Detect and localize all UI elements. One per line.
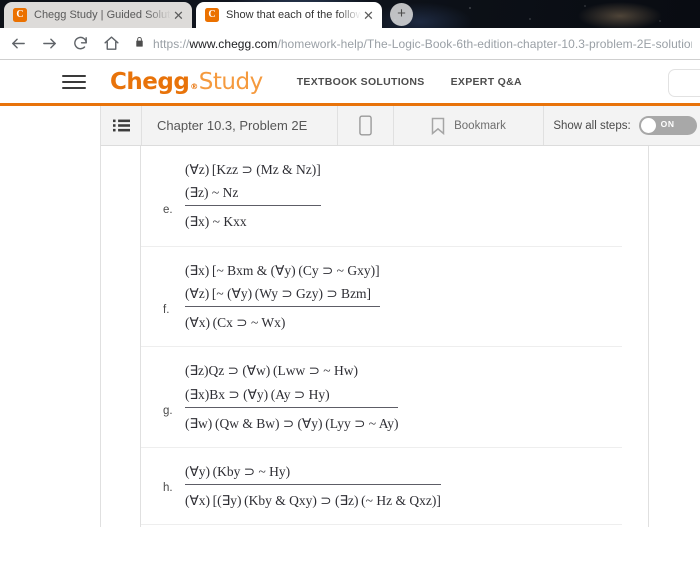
chegg-favicon-icon: C [205, 8, 219, 22]
brand-study-text: Study [198, 68, 263, 95]
address-bar[interactable]: https://www.chegg.com/homework-help/The-… [134, 32, 692, 56]
problem-item: e. (∀z) [Kzz ⊃ (Mz & Nz)] (∃z) ~ Nz (∃x)… [141, 146, 622, 247]
show-all-steps-toggle[interactable]: ON [638, 116, 697, 135]
reload-button[interactable] [67, 31, 93, 57]
bookmark-icon [431, 117, 445, 135]
conclusion-line: (∃w) (Qw & Bw) ⊃ (∀y) (Lyy ⊃ ~ Ay) [185, 415, 399, 431]
inference-line: (∃w) (Qw & Bw) ⊃ (∀y) (Lyy ⊃ ~ Ay) [185, 406, 399, 435]
page-left-margin [0, 146, 100, 527]
premise-line: (∀y) (Kby ⊃ ~ Hy) [185, 463, 291, 479]
browser-tab-1[interactable]: C Chegg Study | Guided Solutions ✕ [4, 2, 192, 28]
mobile-phone-icon [359, 115, 372, 136]
show-all-steps-label: Show all steps: [553, 119, 631, 132]
premises: (∀z) [Kzz ⊃ (Mz & Nz)] (∃z) ~ Nz [185, 158, 321, 205]
premise-line: (∀z) [Kzz ⊃ (Mz & Nz)] [185, 162, 321, 177]
logic-argument: (∃z)Qz ⊃ (∀w) (Lww ⊃ ~ Hw) (∃x)Bx ⊃ (∀y)… [185, 359, 399, 435]
logic-argument: (∀z) [Kzz ⊃ (Mz & Nz)] (∃z) ~ Nz (∃x) ~ … [185, 158, 321, 234]
forward-button[interactable] [36, 31, 62, 57]
premise-line: (∃x) [~ Bxm & (∀y) (Cy ⊃ ~ Gxy)] [185, 262, 380, 278]
problem-item: i. ~ (∀x) (~ Gx ∨ ~ Hx) ⊃ (∀x) [Cx & (∀y… [141, 525, 622, 527]
bookmark-label: Bookmark [454, 119, 506, 132]
chegg-study-logo[interactable]: Chegg ® Study [110, 69, 263, 95]
conclusion-line: (∃x) ~ Kxx [185, 214, 247, 230]
hamburger-menu-icon[interactable] [62, 71, 86, 93]
secure-lock-icon [134, 35, 145, 53]
conclusion-line: (∀x) (Cx ⊃ ~ Wx) [185, 315, 286, 331]
mobile-view-button[interactable] [338, 106, 394, 145]
problem-letter: h. [163, 482, 173, 495]
premise-line: (∀z) [~ (∀y) (Wy ⊃ Gzy) ⊃ Bzm] [185, 285, 372, 301]
url-domain: www.chegg.com [189, 36, 278, 51]
new-tab-button[interactable]: + [390, 3, 413, 26]
browser-tab-2[interactable]: C Show that each of the following ✕ [196, 2, 382, 28]
premises: (∃z)Qz ⊃ (∀w) (Lww ⊃ ~ Hw) (∃x)Bx ⊃ (∀y)… [185, 359, 398, 406]
browser-tab-strip: C Chegg Study | Guided Solutions ✕ C Sho… [0, 0, 700, 28]
nav-expert-qa[interactable]: EXPERT Q&A [451, 76, 522, 88]
close-tab-1-icon[interactable]: ✕ [171, 8, 186, 23]
page-right-margin [649, 146, 700, 527]
chegg-favicon-icon: C [13, 8, 27, 22]
inference-line: (∃x) ~ Kxx [185, 205, 321, 233]
header-search-box[interactable] [668, 69, 700, 97]
close-tab-2-icon[interactable]: ✕ [361, 8, 376, 23]
show-all-steps-control: Show all steps: ON [544, 106, 700, 145]
premise-line: (∃z) ~ Nz [185, 185, 239, 201]
bookmark-button[interactable]: Bookmark [394, 106, 544, 145]
premises: (∃x) [~ Bxm & (∀y) (Cy ⊃ ~ Gxy)] (∀z) [~… [185, 259, 380, 306]
registered-mark-icon: ® [190, 81, 198, 91]
brand-chegg-text: Chegg [110, 68, 190, 95]
premises: (∀y) (Kby ⊃ ~ Hy) [185, 460, 441, 484]
conclusion-line: (∀x) [(∃y) (Kby & Qxy) ⊃ (∃z) (~ Hz & Qx… [185, 493, 441, 509]
problem-item: f. (∃x) [~ Bxm & (∀y) (Cy ⊃ ~ Gxy)] (∀z)… [141, 247, 622, 348]
browser-tab-2-title: Show that each of the following [226, 9, 361, 21]
browser-toolbar: https://www.chegg.com/homework-help/The-… [0, 28, 700, 60]
list-icon [112, 119, 130, 132]
back-button[interactable] [5, 31, 31, 57]
solution-body: e. (∀z) [Kzz ⊃ (Mz & Nz)] (∃z) ~ Nz (∃x)… [0, 146, 700, 527]
inference-line: (∀x) (Cx ⊃ ~ Wx) [185, 306, 380, 334]
premise-line: (∃z)Qz ⊃ (∀w) (Lww ⊃ ~ Hw) [185, 363, 358, 379]
inference-line: (∀x) [(∃y) (Kby & Qxy) ⊃ (∃z) (~ Hz & Qx… [185, 484, 441, 512]
steps-rail [100, 146, 141, 527]
premise-line: (∃x)Bx ⊃ (∀y) (Ay ⊃ Hy) [185, 386, 330, 402]
solution-toolbar: Chapter 10.3, Problem 2E Bookmark Show a… [100, 106, 700, 146]
address-bar-url: https://www.chegg.com/homework-help/The-… [153, 37, 692, 51]
problem-item: h. (∀y) (Kby ⊃ ~ Hy) (∀x) [(∃y) (Kby & Q… [141, 448, 622, 526]
problem-list: e. (∀z) [Kzz ⊃ (Mz & Nz)] (∃z) ~ Nz (∃x)… [141, 146, 649, 527]
browser-tab-1-title: Chegg Study | Guided Solutions [34, 9, 171, 21]
problem-letter: e. [163, 203, 173, 216]
chegg-site-header: Chegg ® Study TEXTBOOK SOLUTIONS EXPERT Q&… [0, 60, 700, 106]
problem-letter: f. [163, 304, 170, 317]
logic-argument: (∀y) (Kby ⊃ ~ Hy) (∀x) [(∃y) (Kby & Qxy)… [185, 460, 441, 512]
toggle-knob [640, 118, 656, 133]
table-of-contents-button[interactable] [101, 106, 142, 145]
nav-textbook-solutions[interactable]: TEXTBOOK SOLUTIONS [297, 76, 425, 88]
url-scheme: https:// [153, 36, 190, 51]
url-path: /homework-help/The-Logic-Book-6th-editio… [277, 36, 692, 51]
problem-item: g. (∃z)Qz ⊃ (∀w) (Lww ⊃ ~ Hw) (∃x)Bx ⊃ (… [141, 347, 622, 448]
home-button[interactable] [98, 31, 124, 57]
problem-letter: g. [163, 404, 173, 417]
chapter-problem-label: Chapter 10.3, Problem 2E [142, 106, 338, 145]
toggle-state-label: ON [660, 119, 675, 129]
logic-argument: (∃x) [~ Bxm & (∀y) (Cy ⊃ ~ Gxy)] (∀z) [~… [185, 259, 380, 335]
